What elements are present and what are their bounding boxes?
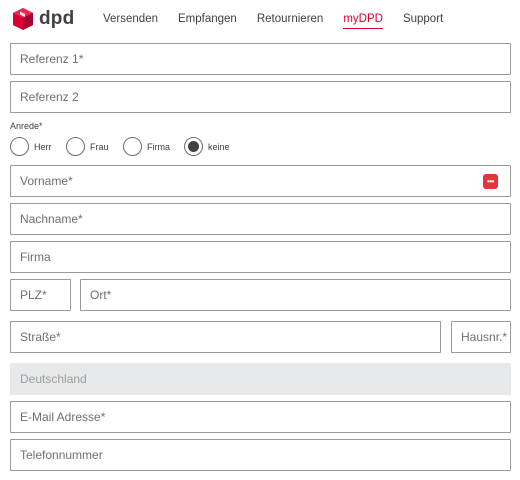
nachname-field[interactable]: Nachname* [10,203,511,235]
referenz-2-placeholder: Referenz 2 [20,90,79,104]
vorname-placeholder: Vorname* [20,174,73,188]
nachname-placeholder: Nachname* [20,212,83,226]
ort-placeholder: Ort* [90,288,112,302]
nav-item-empfangen[interactable]: Empfangen [178,12,237,29]
radio-herr[interactable]: Herr [10,137,52,156]
brand-name: dpd [39,8,75,29]
radio-frau[interactable]: Frau [66,137,109,156]
radio-circle[interactable] [10,137,29,156]
referenz-1-placeholder: Referenz 1* [20,52,84,66]
password-manager-icon[interactable]: ••• [483,174,498,189]
plz-field[interactable]: PLZ* [10,279,71,311]
nav-item-retournieren[interactable]: Retournieren [257,12,323,29]
email-placeholder: E-Mail Adresse* [20,410,106,424]
radio-label-keine: keine [208,141,230,152]
main-nav: Versenden Empfangen Retournieren myDPD S… [103,12,463,29]
firma-placeholder: Firma [20,250,51,264]
nav-item-support[interactable]: Support [403,12,443,29]
radio-label-firma: Firma [147,141,170,152]
ort-field[interactable]: Ort* [80,279,511,311]
anrede-radio-group: Herr Frau Firma keine [10,137,270,157]
radio-circle-selected[interactable] [184,137,203,156]
radio-label-frau: Frau [90,141,109,152]
vorname-field[interactable]: Vorname* ••• [10,165,511,197]
radio-selected-dot [188,141,199,152]
strasse-field[interactable]: Straße* [10,321,441,353]
plz-placeholder: PLZ* [20,288,47,302]
nav-item-mydpd[interactable]: myDPD [343,12,383,29]
referenz-2-field[interactable]: Referenz 2 [10,81,511,113]
top-navigation-bar: dpd Versenden Empfangen Retournieren myD… [0,0,520,40]
radio-circle[interactable] [66,137,85,156]
land-value: Deutschland [20,372,87,386]
hausnr-placeholder: Hausnr.* [461,330,508,344]
firma-field[interactable]: Firma [10,241,511,273]
land-field: Deutschland [10,363,511,395]
radio-firma[interactable]: Firma [123,137,170,156]
dpd-cube-icon [13,8,33,30]
email-field[interactable]: E-Mail Adresse* [10,401,511,433]
radio-circle[interactable] [123,137,142,156]
telefon-field[interactable]: Telefonnummer [10,439,511,471]
hausnr-field[interactable]: Hausnr.* [451,321,511,353]
telefon-placeholder: Telefonnummer [20,448,103,462]
dpd-logo[interactable]: dpd [12,6,74,32]
radio-keine[interactable]: keine [184,137,230,156]
referenz-1-field[interactable]: Referenz 1* [10,43,511,75]
anrede-label: Anrede* [10,121,43,131]
radio-label-herr: Herr [34,141,52,152]
nav-item-versenden[interactable]: Versenden [103,12,158,29]
strasse-placeholder: Straße* [20,330,61,344]
